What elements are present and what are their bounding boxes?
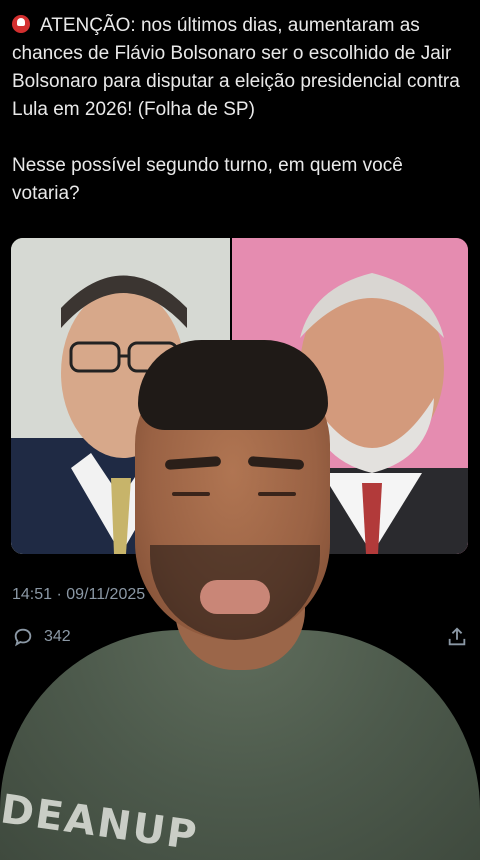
photo-lula[interactable] [232,238,468,554]
tweet-paragraph-2: Nesse possível segundo turno, em quem vo… [12,155,409,204]
reply-button[interactable]: 342 [12,626,71,648]
tweet-timestamp: 14:51 · 09/11/2025 [12,586,146,603]
reply-icon [12,626,34,648]
tweet-actions: 342 [12,622,468,652]
share-button[interactable] [446,626,468,648]
photo-flavio[interactable] [11,238,230,554]
person-shirt [0,630,480,860]
shirt-print: DEANUP [0,786,201,860]
person-mouth [200,580,270,614]
tweet-media[interactable] [11,238,468,554]
tweet-paragraph-1: ATENÇÃO: nos últimos dias, aumentaram as… [12,12,472,124]
tweet-text: ATENÇÃO: nos últimos dias, aumentaram as… [12,12,472,236]
reply-count: 342 [44,628,71,645]
share-icon [446,626,468,648]
tweet-paragraph-1-text: ATENÇÃO: nos últimos dias, aumentaram as… [12,15,466,120]
alert-siren-icon [12,15,30,33]
